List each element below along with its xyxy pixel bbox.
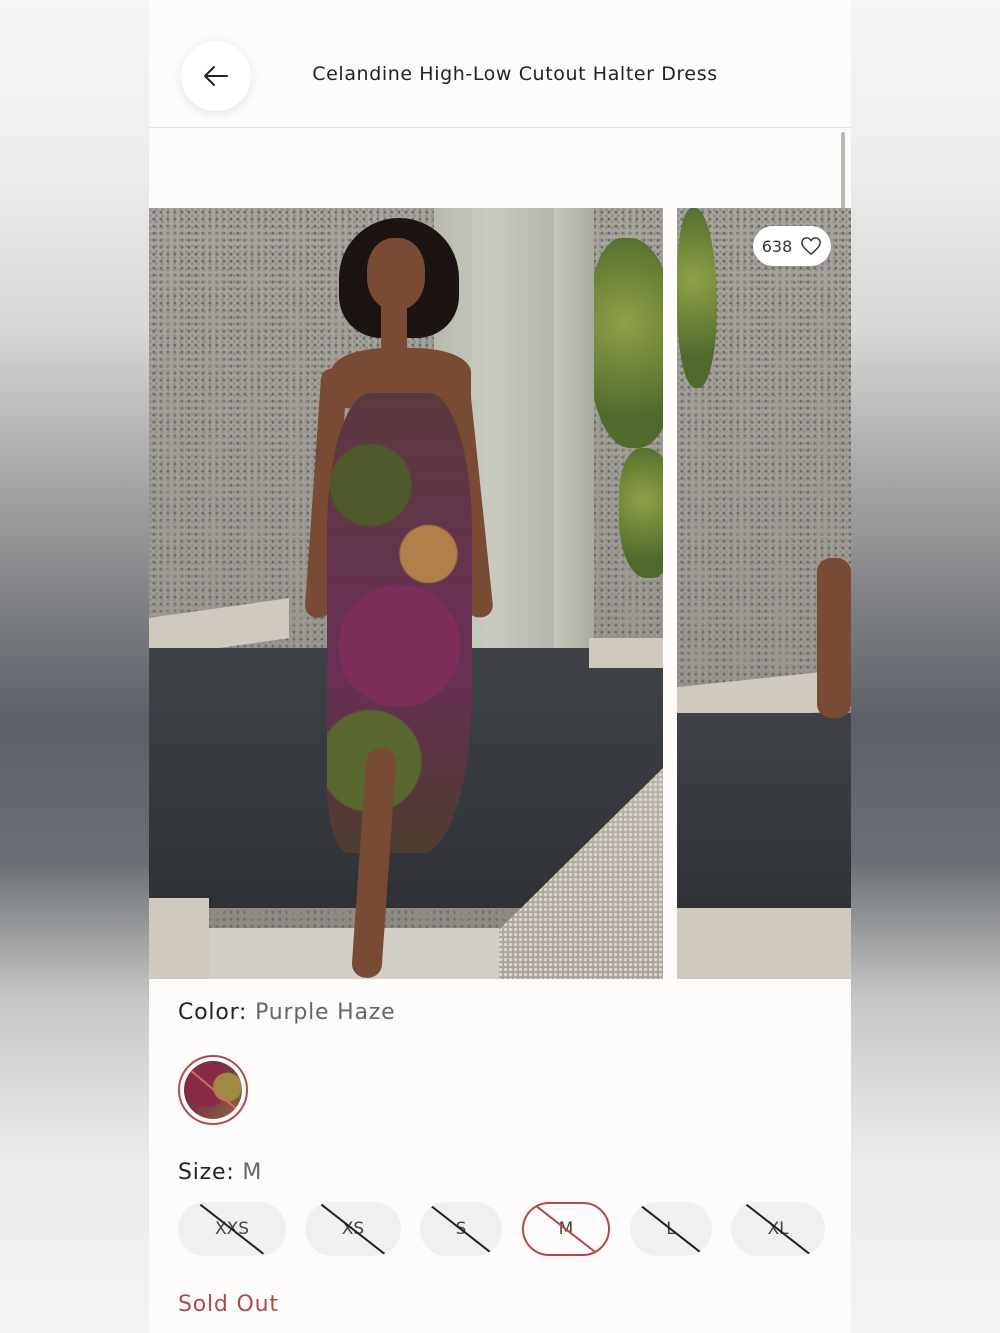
unavailable-strike bbox=[199, 1203, 265, 1255]
unavailable-strike bbox=[533, 1204, 599, 1254]
like-button[interactable]: 638 bbox=[753, 226, 831, 266]
size-option-l[interactable]: L bbox=[630, 1202, 712, 1256]
color-swatch-purple-haze[interactable] bbox=[178, 1055, 248, 1125]
likes-count: 638 bbox=[761, 236, 793, 256]
arrow-left-icon bbox=[204, 66, 228, 86]
size-option-xxs[interactable]: XXS bbox=[178, 1202, 286, 1256]
size-option-m[interactable]: M bbox=[522, 1202, 610, 1256]
size-label: Size: bbox=[178, 1160, 235, 1185]
size-option-xl[interactable]: XL bbox=[731, 1202, 825, 1256]
swatch-pattern bbox=[184, 1061, 242, 1119]
unavailable-strike bbox=[745, 1203, 811, 1255]
availability-status: Sold Out bbox=[178, 1292, 279, 1317]
product-image-next[interactable] bbox=[677, 208, 851, 979]
unavailable-strike bbox=[638, 1203, 704, 1255]
unavailable-strike bbox=[428, 1203, 494, 1255]
product-image-main[interactable] bbox=[149, 208, 663, 979]
unavailable-strike bbox=[320, 1203, 386, 1255]
product-screen: Celandine High-Low Cutout Halter Dress 6… bbox=[149, 0, 851, 1333]
page-title: Celandine High-Low Cutout Halter Dress bbox=[312, 63, 718, 85]
color-value: Purple Haze bbox=[255, 1000, 396, 1025]
unavailable-slash bbox=[185, 1066, 242, 1114]
size-selector-heading: Size: M bbox=[178, 1160, 262, 1185]
color-label: Color: bbox=[178, 1000, 248, 1025]
size-options: XXS XS S M L XL bbox=[178, 1202, 838, 1256]
back-button[interactable] bbox=[181, 41, 251, 111]
size-value: M bbox=[242, 1160, 263, 1185]
color-selector-heading: Color: Purple Haze bbox=[178, 1000, 395, 1025]
top-bar: Celandine High-Low Cutout Halter Dress bbox=[149, 0, 851, 128]
size-option-xs[interactable]: XS bbox=[305, 1202, 401, 1256]
size-option-s[interactable]: S bbox=[420, 1202, 502, 1256]
heart-outline-icon bbox=[801, 237, 822, 256]
